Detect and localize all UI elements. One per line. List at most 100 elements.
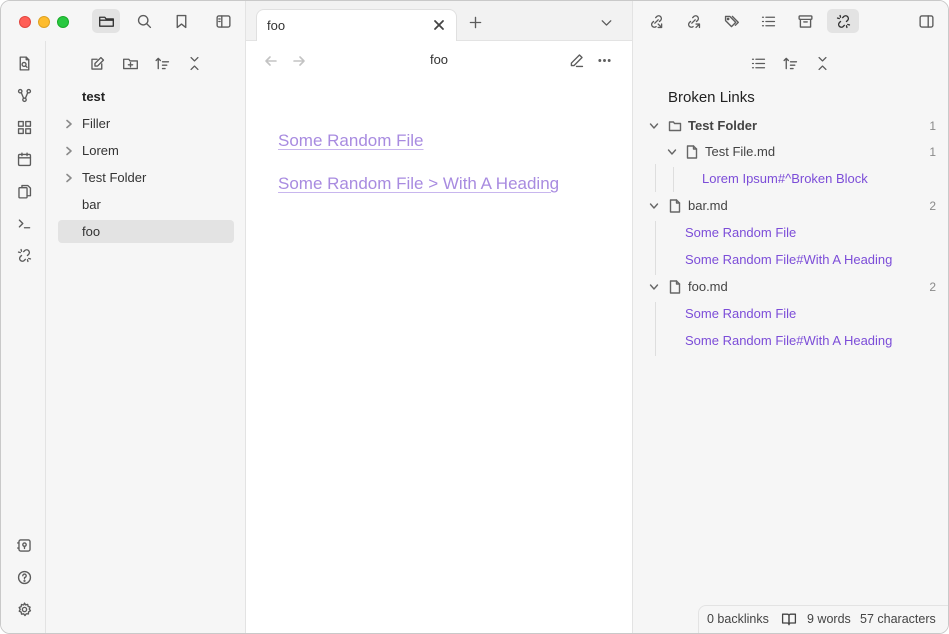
- folder-icon: [668, 115, 682, 137]
- vault-switcher-button[interactable]: [10, 533, 38, 557]
- group-bar-md[interactable]: bar.md 2: [633, 195, 948, 217]
- link-out-icon: [687, 14, 700, 28]
- sidebar-left-icon: [215, 14, 231, 28]
- internal-link[interactable]: Some Random File: [278, 131, 424, 151]
- search-icon: [137, 14, 151, 28]
- toggle-left-sidebar-button[interactable]: [209, 9, 237, 33]
- bookmarks-button[interactable]: [167, 9, 195, 33]
- vault-root[interactable]: test: [58, 85, 234, 108]
- files-icon: [17, 184, 31, 199]
- canvas-button[interactable]: [10, 115, 38, 139]
- bookmark-icon: [176, 14, 186, 28]
- list-icon: [751, 58, 765, 68]
- file-icon: [669, 276, 681, 298]
- edit-mode-button[interactable]: [562, 48, 590, 72]
- tree-folder-filler[interactable]: Filler: [58, 112, 234, 135]
- tree-folder-lorem[interactable]: Lorem: [58, 139, 234, 162]
- tree-guide: [655, 221, 656, 275]
- graph-view-button[interactable]: [10, 83, 38, 107]
- group-foo-md[interactable]: foo.md 2: [633, 276, 948, 298]
- editor: foo Some Random File Some Random File > …: [246, 41, 632, 633]
- vault-icon: [16, 538, 31, 552]
- vault-name: test: [82, 89, 106, 104]
- tree-folder-test-folder[interactable]: Test Folder: [58, 166, 234, 189]
- tab-close-button[interactable]: [430, 16, 448, 34]
- group-test-file[interactable]: Test File.md 1: [633, 141, 948, 163]
- broken-link-item[interactable]: Lorem Ipsum#^Broken Block: [702, 168, 868, 190]
- broken-links-button[interactable]: [827, 9, 859, 33]
- outgoing-links-button[interactable]: [679, 9, 707, 33]
- tree-label: bar: [82, 197, 101, 212]
- collapse-all-button[interactable]: [180, 51, 208, 75]
- internal-link[interactable]: Some Random File > With A Heading: [278, 174, 559, 194]
- group-count: 1: [929, 145, 936, 159]
- tree-file-foo[interactable]: foo: [58, 220, 234, 243]
- group-label: foo.md: [688, 279, 728, 294]
- pencil-icon: [570, 53, 583, 67]
- link-in-icon: [650, 14, 662, 28]
- file-icon: [686, 141, 698, 163]
- character-count: 57 characters: [860, 612, 936, 626]
- chevron-right-icon: [64, 112, 76, 135]
- close-window-button[interactable]: [19, 16, 31, 28]
- collapse-icon: [189, 56, 199, 70]
- tags-button[interactable]: [717, 9, 745, 33]
- broken-link-item[interactable]: Some Random File: [685, 222, 796, 244]
- panel-title: Broken Links: [668, 89, 755, 106]
- broken-link-item[interactable]: Some Random File#With A Heading: [685, 249, 892, 271]
- sort-button[interactable]: [776, 51, 804, 75]
- templates-button[interactable]: [10, 179, 38, 203]
- group-test-folder[interactable]: Test Folder 1: [633, 115, 948, 137]
- backlinks-count[interactable]: 0 backlinks: [707, 612, 769, 626]
- help-icon: [17, 570, 31, 584]
- group-count: 2: [929, 199, 936, 213]
- command-palette-button[interactable]: [10, 211, 38, 235]
- file-explorer-button[interactable]: [92, 9, 120, 33]
- sort-icon: [782, 57, 797, 69]
- chevron-down-icon: [667, 141, 677, 163]
- graph-icon: [17, 88, 31, 102]
- help-button[interactable]: [10, 565, 38, 589]
- broken-link-item[interactable]: Some Random File#With A Heading: [685, 330, 892, 352]
- chevron-down-icon: [601, 19, 611, 26]
- reading-view-icon[interactable]: [781, 611, 797, 630]
- tab-list-button[interactable]: [592, 10, 620, 34]
- new-folder-button[interactable]: [116, 51, 144, 75]
- group-label: Test Folder: [688, 118, 758, 133]
- zoom-window-button[interactable]: [57, 16, 69, 28]
- tab-foo[interactable]: foo: [256, 9, 457, 42]
- broken-link-item[interactable]: Some Random File: [685, 303, 796, 325]
- new-note-button[interactable]: [83, 51, 111, 75]
- tree-guide: [655, 302, 656, 356]
- list-icon: [761, 16, 775, 26]
- broken-link-icon: [836, 14, 850, 28]
- chevron-down-icon: [649, 276, 659, 298]
- tab-label: foo: [267, 18, 286, 33]
- tags-icon: [724, 15, 739, 27]
- archive-button[interactable]: [791, 9, 819, 33]
- grid-icon: [17, 120, 31, 134]
- titlebar-left: [1, 1, 246, 41]
- more-horizontal-icon: [597, 58, 611, 62]
- backlinks-button[interactable]: [642, 9, 670, 33]
- toggle-right-sidebar-button[interactable]: [912, 9, 940, 33]
- search-button[interactable]: [130, 9, 158, 33]
- minimize-window-button[interactable]: [38, 16, 50, 28]
- file-explorer: test Filler Lorem Test Folder bar foo: [46, 41, 246, 633]
- folder-plus-icon: [122, 58, 138, 69]
- chevron-right-icon: [64, 166, 76, 189]
- group-count: 2: [929, 280, 936, 294]
- more-options-button[interactable]: [590, 48, 618, 72]
- list-view-button[interactable]: [744, 51, 772, 75]
- daily-note-button[interactable]: [10, 147, 38, 171]
- broken-links-ribbon-button[interactable]: [10, 243, 38, 267]
- tree-file-bar[interactable]: bar: [58, 193, 234, 216]
- sort-button[interactable]: [148, 51, 176, 75]
- tree-label: Filler: [82, 116, 111, 131]
- outline-button[interactable]: [754, 9, 782, 33]
- collapse-all-button[interactable]: [808, 51, 836, 75]
- quick-switcher-button[interactable]: [10, 51, 38, 75]
- archive-icon: [797, 14, 813, 28]
- settings-button[interactable]: [10, 597, 38, 621]
- new-tab-button[interactable]: [461, 10, 489, 34]
